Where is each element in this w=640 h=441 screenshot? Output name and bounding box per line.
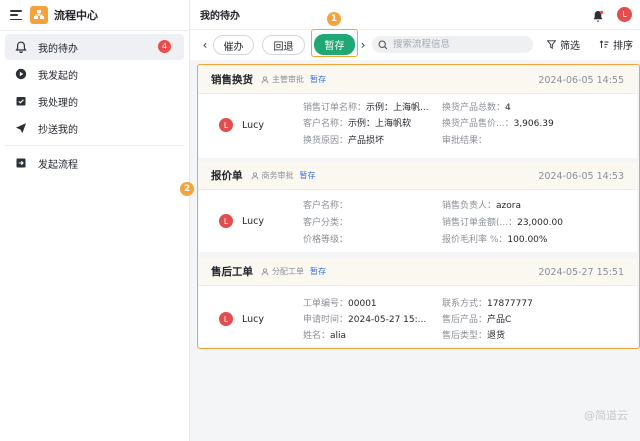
todo-count-badge: 4 [158,40,171,53]
card-approver: 商务审批 [251,170,294,181]
sidebar-item-label: 我处理的 [38,97,78,109]
card-title: 售后工单 [211,266,253,278]
exit-arrow-icon [14,156,28,170]
brand-bar: 流程中心 [0,0,189,30]
card-field: 换货产品总数：4 [442,103,511,113]
search-icon [378,39,388,49]
status-badge: 暂存 [310,75,326,84]
avatar: L [219,118,233,132]
card-user: L Lucy [219,214,264,228]
card-timestamp: 2024-06-05 14:53 [538,171,624,182]
card-field: 客户分类： [303,218,349,228]
avatar: L [219,312,233,326]
card-field: 换货原因：产品损坏 [303,136,385,146]
card-field: 报价毛利率 %：100.00% [442,235,548,245]
sidebar-item-label: 抄送我的 [38,124,78,136]
card-title: 报价单 [211,170,243,182]
watermark-text: @简道云 [584,409,628,422]
sort-button[interactable]: 排序 [599,37,633,52]
card-header: 售后工单 分配工单 暂存 2024-05-27 15:51 [199,258,637,286]
card-approver: 分配工单 [261,266,304,277]
card-field: 价格等级： [303,235,349,245]
sidebar-item-my-todo[interactable]: 我的待办 4 [5,34,184,60]
save-draft-highlight [311,29,358,57]
card-field: 售后产品：产品C [442,315,512,325]
approver-label: 分配工单 [272,267,304,276]
todo-card[interactable]: 售后工单 分配工单 暂存 2024-05-27 15:51 L Lucy 工单编… [199,258,637,347]
card-field: 客户名称：示例：上海帆软 [303,119,412,129]
rollback-button[interactable]: 回退 [262,35,305,55]
sidebar: 流程中心 我的待办 4 我发起的 我处理的 抄送我的 发起流程 [0,0,190,441]
urge-button[interactable]: 催办 [213,35,254,55]
card-field: 销售订单名称：示例：上海帆... [303,103,429,113]
page-header: 我的待办 L [190,0,640,30]
card-field: 销售订单金额(...：23,000.00 [442,218,563,228]
inbox-check-icon [14,94,28,108]
send-icon [14,121,28,135]
card-field: 客户名称： [303,201,349,211]
filter-button[interactable]: 筛选 [547,37,580,52]
card-field: 联系方式：17877777 [442,299,533,309]
divider [5,145,184,146]
user-name: Lucy [242,119,264,131]
app-logo-icon [30,6,48,24]
status-badge: 暂存 [299,171,316,180]
status-badge: 暂存 [310,267,326,276]
play-circle-icon [14,67,28,81]
person-icon [261,267,269,276]
menu-toggle-icon[interactable] [10,10,22,20]
card-approver: 主管审批 [261,74,304,85]
filter-label: 筛选 [560,41,580,52]
approver-label: 主管审批 [272,75,304,84]
card-field: 申请时间：2024-05-27 15:... [303,315,427,325]
next-arrow-icon[interactable]: › [358,38,368,52]
app-title: 流程中心 [54,9,98,22]
card-field: 售后类型：退货 [442,331,506,341]
sidebar-item-cc[interactable]: 抄送我的 [5,115,184,141]
sidebar-item-handled[interactable]: 我处理的 [5,88,184,114]
sort-label: 排序 [613,41,633,52]
card-field: 工单编号：00001 [303,299,377,309]
card-user: L Lucy [219,312,264,326]
user-name: Lucy [242,313,264,325]
search-input[interactable] [393,39,523,50]
sidebar-item-label: 我发起的 [38,70,78,82]
card-field: 销售负责人：azora [442,201,521,211]
card-header: 销售换货 主管审批 暂存 2024-06-05 14:55 [199,66,637,94]
user-avatar[interactable]: L [617,7,632,22]
sidebar-item-initiated[interactable]: 我发起的 [5,61,184,87]
person-icon [261,75,269,84]
filter-icon [547,40,556,49]
card-timestamp: 2024-05-27 15:51 [538,267,624,278]
card-field: 换货产品售价...：3,906.39 [442,119,554,129]
callout-marker-1: 1 [327,12,341,26]
avatar: L [219,214,233,228]
page-title: 我的待办 [200,11,240,22]
card-timestamp: 2024-06-05 14:55 [538,75,624,86]
sort-icon [599,40,609,48]
sidebar-nav: 我的待办 4 我发起的 我处理的 抄送我的 发起流程 [0,31,189,180]
app-window: 流程中心 我的待办 4 我发起的 我处理的 抄送我的 发起流程 我的待办 L ‹… [0,0,640,441]
approver-label: 商务审批 [261,171,294,180]
todo-card[interactable]: 销售换货 主管审批 暂存 2024-06-05 14:55 L Lucy 销售订… [199,66,637,158]
sidebar-item-start-flow[interactable]: 发起流程 [5,150,184,176]
card-header: 报价单 商务审批 暂存 2024-06-05 14:53 [199,162,637,190]
card-user: L Lucy [219,118,264,132]
card-field: 姓名：alia [303,331,347,341]
person-icon [251,171,258,180]
search-box [372,36,533,53]
notification-bell-icon[interactable] [592,8,604,22]
sidebar-item-label: 发起流程 [38,159,78,171]
callout-marker-2: 2 [180,182,194,196]
sidebar-item-label: 我的待办 [38,43,78,55]
prev-arrow-icon[interactable]: ‹ [200,38,210,52]
card-field: 审批结果： [442,136,488,146]
bell-icon [14,40,28,54]
todo-card[interactable]: 报价单 商务审批 暂存 2024-06-05 14:53 L Lucy 客户名称… [199,162,637,252]
card-title: 销售换货 [211,74,253,86]
user-name: Lucy [242,215,264,227]
